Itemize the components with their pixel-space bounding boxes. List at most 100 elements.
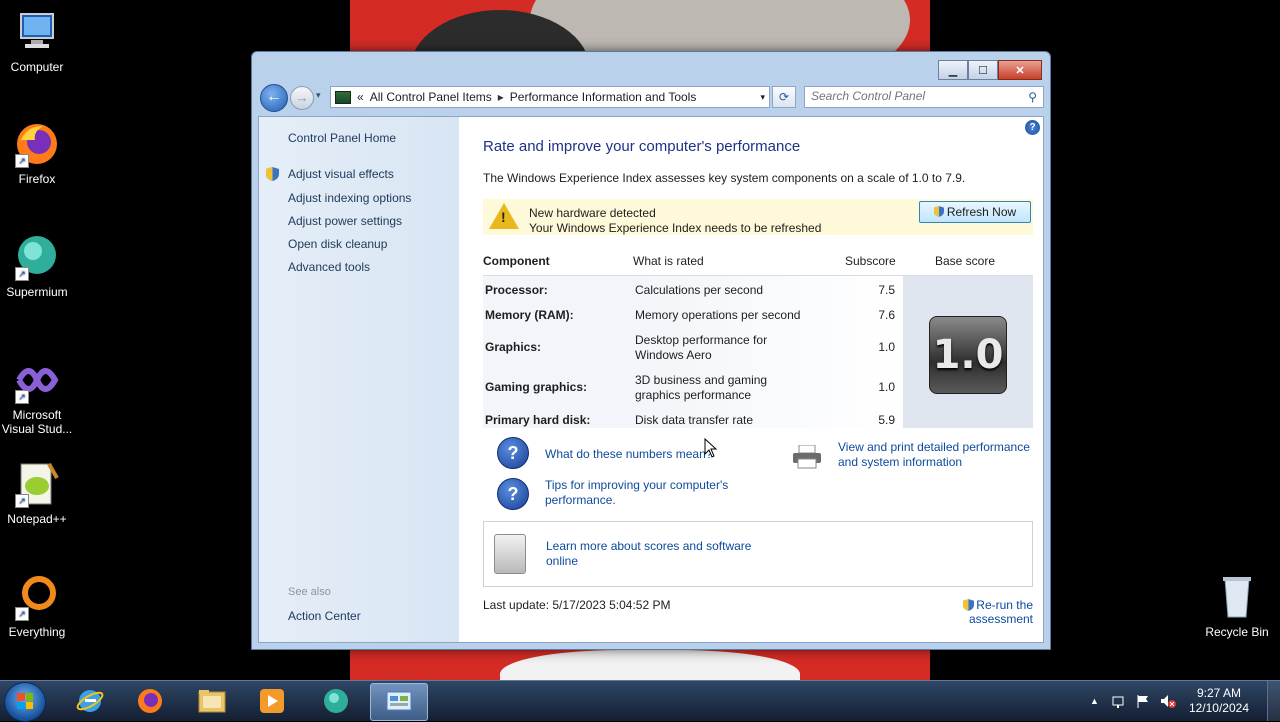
supermium-icon: ↗ xyxy=(13,233,61,281)
tips-improving-link[interactable]: Tips for improving your computer's perfo… xyxy=(545,478,745,508)
refresh-now-label: Refresh Now xyxy=(946,205,1017,219)
desktop-icon-visual-studio[interactable]: ↗ Microsoft Visual Stud... xyxy=(0,356,74,436)
base-score-panel: 1.0 xyxy=(903,276,1033,428)
warning-icon: ! xyxy=(489,203,519,229)
learn-more-link[interactable]: Learn more about scores and software onl… xyxy=(546,539,766,569)
warning-mark: ! xyxy=(501,209,506,225)
task-pane: Control Panel Home Adjust visual effects… xyxy=(259,117,459,642)
address-dropdown-icon[interactable]: ▾ xyxy=(760,92,765,103)
maximize-button[interactable]: ☐ xyxy=(968,60,998,80)
base-score-badge: 1.0 xyxy=(929,316,1007,394)
component-name: Processor: xyxy=(485,283,548,297)
what-is-rated: 3D business and gaming graphics performa… xyxy=(635,373,768,402)
desktop-icon-label: Microsoft Visual Stud... xyxy=(1,408,73,436)
subscore-value: 7.5 xyxy=(878,283,895,297)
start-button[interactable] xyxy=(4,682,46,722)
desktop-icon-notepadpp[interactable]: ↗ Notepad++ xyxy=(0,460,74,526)
sidebar-item-adjust-power-settings[interactable]: Adjust power settings xyxy=(288,214,402,228)
client-area: Control Panel Home Adjust visual effects… xyxy=(258,116,1044,643)
windows-logo-icon xyxy=(17,693,33,709)
address-bar[interactable]: « All Control Panel Items ▸ Performance … xyxy=(330,86,770,108)
component-name: Memory (RAM): xyxy=(485,308,574,322)
action-center-flag-icon[interactable] xyxy=(1135,693,1151,709)
media-player-icon xyxy=(260,689,284,713)
uac-shield-icon xyxy=(266,167,279,181)
help-icon[interactable]: ? xyxy=(1025,120,1040,135)
desktop-icon-label: Recycle Bin xyxy=(1205,625,1269,639)
network-icon[interactable] xyxy=(1111,693,1127,709)
sidebar-item-control-panel-home[interactable]: Control Panel Home xyxy=(288,131,396,145)
subscore-value: 7.6 xyxy=(878,308,895,322)
search-icon[interactable]: ⚲ xyxy=(1028,90,1037,104)
page-description: The Windows Experience Index assesses ke… xyxy=(483,171,966,185)
refresh-now-button[interactable]: Refresh Now xyxy=(919,201,1031,223)
desktop-icon-label: Notepad++ xyxy=(7,512,67,526)
tray-chevron-icon[interactable]: ▲ xyxy=(1090,696,1099,706)
desktop-icon-computer[interactable]: Computer xyxy=(0,8,74,74)
page-title: Rate and improve your computer's perform… xyxy=(483,138,801,155)
taskbar-internet-explorer[interactable] xyxy=(62,683,118,719)
sidebar-item-adjust-visual-effects[interactable]: Adjust visual effects xyxy=(288,167,394,181)
sidebar-item-open-disk-cleanup[interactable]: Open disk cleanup xyxy=(288,237,387,251)
subscore-value: 1.0 xyxy=(878,340,895,354)
subscore-value: 5.9 xyxy=(878,413,895,427)
supermium-icon xyxy=(324,689,348,713)
forward-button[interactable]: → xyxy=(290,86,314,110)
see-also-heading: See also xyxy=(288,586,331,598)
desktop-icon-recycle-bin[interactable]: Recycle Bin xyxy=(1200,573,1274,639)
visual-studio-icon: ↗ xyxy=(13,356,61,404)
back-button[interactable]: ← xyxy=(260,84,288,112)
sidebar-item-advanced-tools[interactable]: Advanced tools xyxy=(288,260,370,274)
performance-window: ▁ ☐ ✕ ← → ▾ « All Control Panel Items ▸ … xyxy=(251,51,1051,650)
column-header-component: Component xyxy=(483,254,550,268)
recent-pages-button[interactable]: ▾ xyxy=(316,90,321,101)
firefox-icon xyxy=(138,689,162,713)
banner-line-1: New hardware detected xyxy=(529,206,656,220)
column-header-what-is-rated: What is rated xyxy=(633,254,704,268)
breadcrumb-overflow[interactable]: « xyxy=(357,90,364,104)
search-box[interactable]: ⚲ xyxy=(804,86,1044,108)
show-desktop-button[interactable] xyxy=(1267,681,1280,721)
component-name: Graphics: xyxy=(485,340,542,354)
recycle-bin-icon xyxy=(1213,573,1261,621)
column-header-base-score: Base score xyxy=(935,254,996,268)
desktop-icon-supermium[interactable]: ↗ Supermium xyxy=(0,233,74,299)
what-is-rated: Memory operations per second xyxy=(635,308,801,322)
sidebar-item-action-center[interactable]: Action Center xyxy=(288,609,361,623)
taskbar-control-panel[interactable] xyxy=(370,683,428,721)
question-icon: ? xyxy=(497,478,529,510)
control-panel-icon xyxy=(386,691,412,711)
score-table-body: Processor: Calculations per second 7.5 M… xyxy=(483,276,903,428)
taskbar-firefox[interactable] xyxy=(122,683,178,719)
printer-icon xyxy=(793,445,821,469)
uac-shield-icon xyxy=(933,206,944,217)
search-input[interactable] xyxy=(805,87,1017,105)
desktop-icon-firefox[interactable]: ↗ Firefox xyxy=(0,120,74,186)
breadcrumb-separator-icon[interactable]: ▸ xyxy=(498,90,504,104)
taskbar-file-explorer[interactable] xyxy=(184,683,240,719)
system-tray: ▲ 9:27 AM 12/10/2024 xyxy=(1090,681,1280,721)
taskbar-supermium[interactable] xyxy=(308,683,364,719)
refresh-button[interactable]: ⟳ xyxy=(772,86,796,108)
breadcrumb-current[interactable]: Performance Information and Tools xyxy=(510,90,697,104)
minimize-button[interactable]: ▁ xyxy=(938,60,968,80)
breadcrumb-all-items[interactable]: All Control Panel Items xyxy=(370,90,492,104)
desktop-icon-label: Everything xyxy=(8,625,66,639)
what-numbers-mean-link[interactable]: What do these numbers mean? xyxy=(545,447,712,462)
what-is-rated: Desktop performance for Windows Aero xyxy=(635,333,768,362)
rerun-assessment-link[interactable]: Re-run the assessment xyxy=(899,598,1033,626)
last-update-text: Last update: 5/17/2023 5:04:52 PM xyxy=(483,598,671,612)
taskbar-media-player[interactable] xyxy=(244,683,300,719)
desktop-icon-everything[interactable]: ↗ Everything xyxy=(0,573,74,639)
desktop-icon-label: Firefox xyxy=(18,172,56,186)
column-header-subscore: Subscore xyxy=(845,254,896,268)
firefox-icon: ↗ xyxy=(13,120,61,168)
navigation-bar: ← → ▾ « All Control Panel Items ▸ Perfor… xyxy=(258,84,1044,112)
view-print-details-link[interactable]: View and print detailed performance and … xyxy=(838,440,1038,470)
volume-muted-icon[interactable] xyxy=(1159,693,1177,709)
close-button[interactable]: ✕ xyxy=(998,60,1042,80)
file-explorer-icon xyxy=(198,690,226,713)
mouse-cursor-icon xyxy=(704,438,718,458)
sidebar-item-adjust-indexing-options[interactable]: Adjust indexing options xyxy=(288,191,411,205)
taskbar-clock[interactable]: 9:27 AM 12/10/2024 xyxy=(1189,686,1249,716)
